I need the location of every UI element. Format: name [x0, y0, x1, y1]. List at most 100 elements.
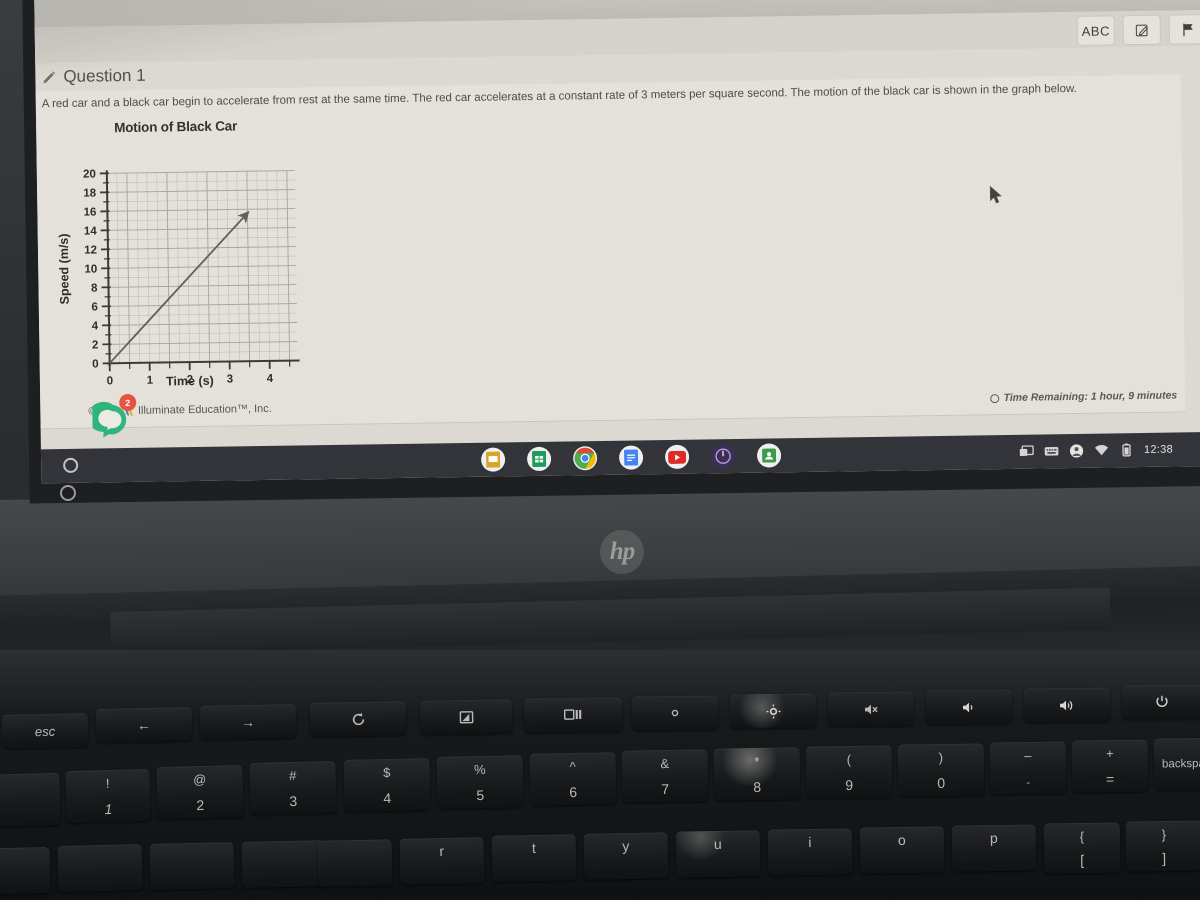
svg-text:2: 2: [92, 339, 99, 351]
abc-label: ABC: [1081, 22, 1111, 39]
account-avatar-icon[interactable]: [1069, 444, 1084, 458]
key-volume-up[interactable]: [1023, 687, 1111, 723]
shelf-app-icons: [480, 443, 782, 472]
key-mute[interactable]: [827, 691, 915, 727]
power-button-indicator[interactable]: [60, 485, 76, 501]
key-4[interactable]: $4: [343, 758, 431, 812]
battery-icon[interactable]: [1119, 443, 1134, 457]
key-y[interactable]: y: [583, 832, 669, 880]
screenshot-root: hp 🔍 Review / ✔ Finish Te ABC: [0, 0, 1200, 900]
annotate-button[interactable]: [1122, 14, 1162, 46]
hp-logo: hp: [600, 530, 644, 574]
key-3[interactable]: #3: [249, 761, 337, 815]
chat-support-widget[interactable]: 2: [92, 393, 137, 441]
key-t[interactable]: t: [491, 834, 577, 882]
flag-icon: [1182, 23, 1193, 36]
clock-icon: [990, 393, 1000, 403]
launcher-circle-icon[interactable]: [63, 457, 79, 473]
key-i[interactable]: i: [767, 828, 853, 876]
power-app-icon[interactable]: [710, 444, 736, 469]
svg-text:4: 4: [92, 320, 99, 332]
volume-up-icon: [1060, 700, 1073, 710]
key-7[interactable]: & 7: [621, 749, 709, 803]
key-r[interactable]: r: [399, 837, 485, 885]
key-backspace[interactable]: backspa: [1153, 737, 1200, 791]
key-0[interactable]: ) 0: [897, 743, 985, 797]
key-esc[interactable]: esc: [1, 713, 89, 749]
abc-button[interactable]: ABC: [1076, 15, 1116, 46]
key-volume-down[interactable]: [925, 689, 1013, 725]
google-docs-icon[interactable]: [618, 445, 644, 470]
flag-button[interactable]: [1168, 13, 1200, 45]
pencil-icon: [43, 70, 56, 83]
svg-text:10: 10: [84, 263, 97, 275]
key-minus[interactable]: – -: [989, 741, 1067, 795]
youtube-icon[interactable]: [664, 444, 690, 470]
keyboard: esc ← → ~ !1 @2 #3 $4 %5 ^6 &7 *8 (9 )0 …: [0, 684, 1200, 900]
mouse-pointer-icon: [989, 185, 1002, 204]
svg-text:8: 8: [91, 282, 98, 294]
key-1[interactable]: ! 1: [65, 768, 151, 824]
screen-cast-icon[interactable]: [1019, 445, 1034, 459]
key-row3-partial-4[interactable]: [241, 840, 327, 888]
keyboard-input-icon[interactable]: [1044, 444, 1059, 458]
y-tick-labels: 0 2 4 6 8 10 12 14 16 18 20: [83, 168, 99, 370]
key-overview[interactable]: [523, 697, 623, 733]
key-2[interactable]: @2: [156, 764, 244, 820]
annotate-icon: [1135, 24, 1148, 36]
key-equals[interactable]: + =: [1071, 739, 1149, 793]
time-remaining-label: Time Remaining: 1 hour, 9 minutes: [1003, 389, 1178, 405]
key-bracket-left[interactable]: {[: [1043, 822, 1121, 874]
overview-icon: [563, 709, 582, 720]
key-bracket-right[interactable]: }]: [1125, 820, 1200, 872]
key-o[interactable]: o: [859, 826, 945, 874]
key-u[interactable]: u: [675, 830, 761, 878]
svg-text:18: 18: [83, 187, 97, 199]
chart-title: Motion of Black Car: [114, 118, 238, 136]
key-brightness-up[interactable]: [729, 693, 817, 729]
key-8[interactable]: * 8: [713, 747, 801, 801]
key-back[interactable]: ←: [95, 706, 193, 744]
x-axis-label: Time (s): [165, 373, 214, 389]
wifi-icon[interactable]: [1094, 443, 1109, 457]
screen-display: 🔍 Review / ✔ Finish Te ABC: [33, 0, 1200, 484]
key-row3-partial-5[interactable]: [317, 839, 393, 887]
key-tilde[interactable]: ~: [0, 772, 61, 828]
brightness-down-icon: [671, 709, 679, 717]
google-slides-icon[interactable]: [480, 447, 506, 472]
question-card: A red car and a black car begin to accel…: [35, 74, 1186, 430]
svg-text:6: 6: [91, 301, 98, 313]
brightness-up-icon: [766, 704, 780, 718]
key-6[interactable]: ^ 6: [529, 752, 617, 806]
volume-down-icon: [962, 702, 972, 712]
x-axis: [106, 359, 300, 365]
key-row3-partial-3[interactable]: [149, 842, 235, 890]
google-chrome-icon[interactable]: [572, 446, 598, 471]
key-power[interactable]: [1121, 684, 1200, 720]
google-sheets-icon[interactable]: [526, 446, 552, 472]
chat-unread-badge: 2: [119, 393, 137, 412]
key-forward[interactable]: →: [199, 703, 297, 741]
tray-clock[interactable]: 12:38: [1144, 444, 1173, 456]
page-title: Question 1: [63, 65, 146, 86]
question-toolbar: ABC: [1076, 13, 1200, 46]
svg-text:14: 14: [84, 225, 98, 237]
key-5[interactable]: % 5: [436, 755, 524, 809]
speed-time-chart: Motion of Black Car 0 2 4 6 8 10 12 14 1…: [46, 117, 330, 401]
chart-svg: 0 2 4 6 8 10 12 14 16 18 20 0 1 2 3 4 Sp…: [57, 168, 300, 387]
key-p[interactable]: p: [951, 824, 1037, 872]
classroom-icon[interactable]: [756, 443, 782, 468]
reload-icon: [352, 712, 364, 725]
system-tray[interactable]: 12:38: [1019, 433, 1174, 469]
key-reload[interactable]: [309, 701, 407, 737]
key-row3-partial-2[interactable]: [57, 844, 143, 892]
key-row3-partial-1[interactable]: [0, 846, 51, 896]
y-axis-label: Speed (m/s): [57, 233, 72, 304]
brand-name: Illuminate Education™, Inc.: [137, 402, 272, 417]
mute-icon: [864, 704, 878, 714]
svg-text:20: 20: [83, 168, 96, 180]
key-brightness-down[interactable]: [631, 695, 719, 731]
key-9[interactable]: (9: [805, 745, 893, 799]
svg-text:16: 16: [84, 206, 97, 218]
key-fullscreen[interactable]: [419, 699, 513, 735]
